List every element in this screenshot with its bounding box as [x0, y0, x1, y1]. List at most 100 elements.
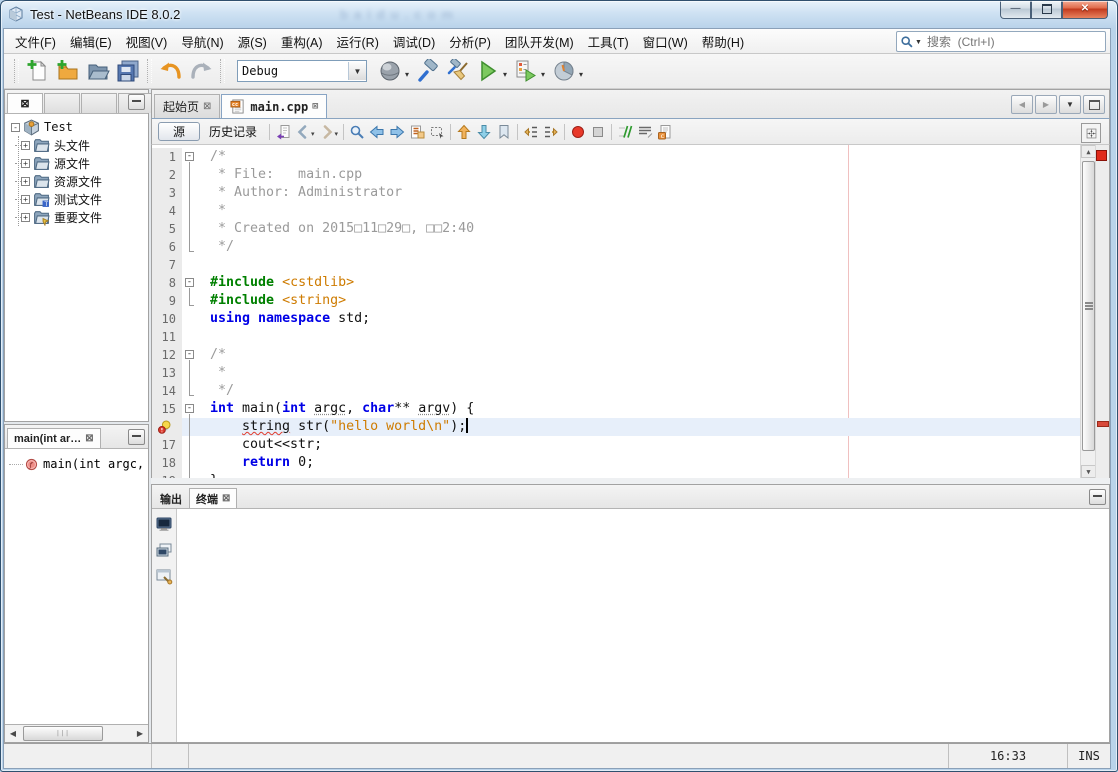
set-configuration-button[interactable] — [375, 56, 405, 86]
scroll-down-icon[interactable]: ▼ — [1081, 465, 1096, 478]
source-view-button[interactable]: 源 — [158, 122, 200, 141]
tab-output[interactable]: 输出 — [154, 489, 188, 508]
code-line-6[interactable]: 6 */ — [152, 238, 1109, 256]
build-button[interactable] — [413, 56, 443, 86]
scrollbar-thumb[interactable]: ||| — [23, 726, 103, 741]
quick-search[interactable]: ▼ — [896, 31, 1106, 52]
minimize-button[interactable]: — — [1000, 0, 1031, 19]
menu-item-1[interactable]: 编辑(E) — [63, 29, 119, 54]
expand-icon[interactable]: + — [21, 159, 30, 168]
menu-item-2[interactable]: 视图(V) — [119, 29, 175, 54]
title-bar[interactable]: Test - NetBeans IDE 8.0.2 baidu.com — ✕ — [0, 0, 1118, 28]
projects-tab-2[interactable] — [81, 93, 117, 113]
clean-build-button[interactable] — [443, 56, 473, 86]
close-button[interactable]: ✕ — [1062, 0, 1108, 19]
find-button[interactable] — [347, 122, 367, 142]
run-button[interactable] — [473, 56, 503, 86]
toggle-bookmark-button[interactable] — [494, 122, 514, 142]
close-tab-icon[interactable]: ⊠ — [85, 433, 93, 444]
profile-button[interactable] — [549, 56, 579, 86]
expand-icon[interactable]: + — [21, 195, 30, 204]
save-all-button[interactable] — [113, 56, 143, 86]
menu-item-11[interactable]: 窗口(W) — [636, 29, 695, 54]
find-previous-button[interactable] — [367, 122, 387, 142]
comment-button[interactable] — [615, 122, 635, 142]
search-scope-dropdown-icon[interactable]: ▼ — [915, 39, 922, 46]
fold-marker[interactable] — [182, 148, 198, 166]
code-line-4[interactable]: 4 * — [152, 202, 1109, 220]
menu-item-12[interactable]: 帮助(H) — [695, 29, 751, 54]
tab-list-dropdown-button[interactable]: ▼ — [1059, 95, 1081, 114]
code-line-18[interactable]: 18 return 0; — [152, 454, 1109, 472]
scrollbar-thumb[interactable] — [1082, 161, 1095, 451]
code-line-15[interactable]: 15int main(int argc, char** argv) { — [152, 400, 1109, 418]
fold-marker[interactable] — [182, 346, 198, 364]
history-view-button[interactable]: 历史记录 — [200, 123, 266, 140]
previous-bookmark-button[interactable] — [454, 122, 474, 142]
menu-item-7[interactable]: 调试(D) — [386, 29, 442, 54]
terminal-settings-button[interactable] — [154, 566, 174, 586]
projects-tab-1[interactable] — [44, 93, 80, 113]
code-line-8[interactable]: 8#include <cstdlib> — [152, 274, 1109, 292]
scroll-right-icon[interactable]: ▶ — [132, 726, 148, 742]
menu-item-3[interactable]: 导航(N) — [174, 29, 230, 54]
tree-item-0[interactable]: +头文件 — [5, 136, 148, 154]
code-line-14[interactable]: 14 */ — [152, 382, 1109, 400]
scroll-tabs-left-button[interactable]: ◀ — [1011, 95, 1033, 114]
minimize-panel-button[interactable] — [128, 94, 145, 110]
find-next-button[interactable] — [387, 122, 407, 142]
maximize-button[interactable] — [1031, 0, 1062, 19]
back-button-dropdown-icon[interactable]: ▾ — [311, 130, 315, 138]
minimize-panel-button[interactable] — [1089, 489, 1106, 505]
navigator-item-0[interactable]: fmain(int argc, — [5, 455, 148, 473]
projects-tab-0[interactable]: ⊠ — [7, 93, 43, 113]
combo-dropdown-icon[interactable]: ▼ — [348, 62, 366, 80]
code-line-5[interactable]: 5 * Created on 2015□11□29□, □□2:40 — [152, 220, 1109, 238]
close-tab-icon[interactable]: ⊠ — [312, 101, 318, 112]
undo-button[interactable] — [156, 56, 186, 86]
menu-item-6[interactable]: 运行(R) — [330, 29, 386, 54]
code-editor[interactable]: 1/*2 * File: main.cpp3 * Author: Adminis… — [151, 145, 1110, 478]
new-terminal-button[interactable] — [154, 540, 174, 560]
menu-item-4[interactable]: 源(S) — [231, 29, 274, 54]
tree-item-4[interactable]: +重要文件 — [5, 208, 148, 226]
fold-marker[interactable] — [182, 400, 198, 418]
expand-icon[interactable]: + — [21, 213, 30, 222]
project-tree[interactable]: -Test+头文件+源文件+资源文件+T测试文件+重要文件 — [5, 114, 148, 421]
code-line-12[interactable]: 12/* — [152, 346, 1109, 364]
code-line-19[interactable]: 19} — [152, 472, 1109, 478]
code-line-3[interactable]: 3 * Author: Administrator — [152, 184, 1109, 202]
code-line-13[interactable]: 13 * — [152, 364, 1109, 382]
insert-code-button[interactable]: c — [655, 122, 675, 142]
code-line-17[interactable]: 17 cout<<str; — [152, 436, 1109, 454]
navigator-tab[interactable]: main(int ar… ⊠ — [7, 428, 101, 448]
forward-button-dropdown-icon[interactable]: ▾ — [335, 130, 339, 138]
stop-macro-button[interactable] — [568, 122, 588, 142]
fold-marker[interactable] — [182, 274, 198, 292]
config-select[interactable]: Debug▼ — [237, 60, 367, 82]
open-project-button[interactable] — [83, 56, 113, 86]
scroll-left-icon[interactable]: ◀ — [5, 726, 21, 742]
run-button-dropdown-icon[interactable]: ▾ — [503, 70, 507, 79]
uncomment-button[interactable] — [635, 122, 655, 142]
terminal-content[interactable] — [177, 509, 1109, 742]
expand-icon[interactable]: + — [21, 177, 30, 186]
terminal-button[interactable] — [154, 514, 174, 534]
redo-button[interactable] — [186, 56, 216, 86]
navigator-hscrollbar[interactable]: ◀ ||| ▶ — [5, 724, 148, 742]
menu-item-8[interactable]: 分析(P) — [442, 29, 498, 54]
search-icon[interactable] — [900, 35, 914, 49]
tree-item-1[interactable]: +源文件 — [5, 154, 148, 172]
shift-line-left-button[interactable] — [521, 122, 541, 142]
tab-start-page[interactable]: 起始页 ⊠ — [154, 94, 220, 118]
editor-vscrollbar[interactable]: ▲ ▼ — [1080, 145, 1096, 478]
scroll-tabs-right-button[interactable]: ▶ — [1035, 95, 1057, 114]
code-line-7[interactable]: 7 — [152, 256, 1109, 274]
profile-button-dropdown-icon[interactable]: ▾ — [579, 70, 583, 79]
last-edit-button[interactable] — [273, 122, 293, 142]
highlight-search-button[interactable] — [407, 122, 427, 142]
expand-icon[interactable]: + — [21, 141, 30, 150]
start-macro-button[interactable] — [588, 122, 608, 142]
maximize-editor-button[interactable] — [1083, 95, 1105, 114]
code-line-11[interactable]: 11 — [152, 328, 1109, 346]
